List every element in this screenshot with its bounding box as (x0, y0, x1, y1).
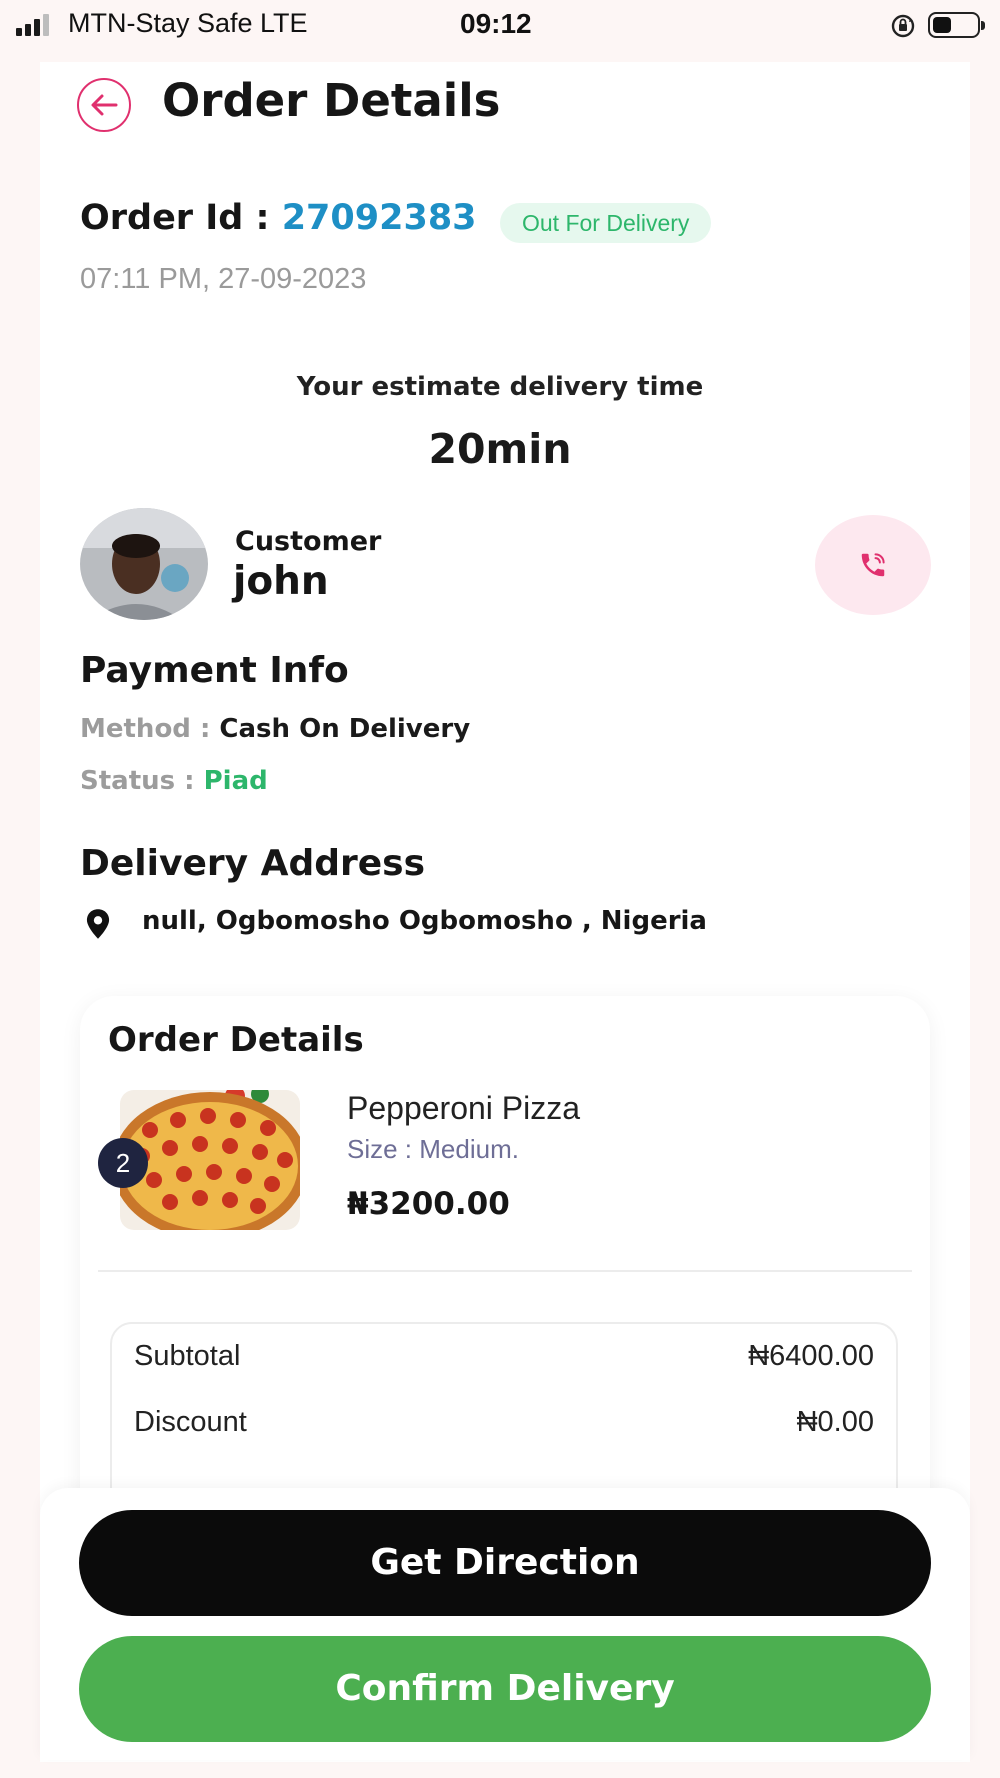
item-size: Size : Medium. (347, 1134, 519, 1164)
estimate-label: Your estimate delivery time (296, 372, 704, 402)
discount-value: ₦0.00 (796, 1406, 874, 1438)
rotation-lock-icon (891, 14, 915, 38)
get-direction-button[interactable]: Get Direction (79, 1510, 931, 1616)
page-title: Order Details (162, 74, 501, 127)
battery-icon (928, 12, 985, 38)
status-time: 09:12 (460, 8, 532, 39)
order-id-label: Order Id : (80, 198, 282, 238)
payment-status-value: Piad (203, 766, 268, 796)
payment-info-title: Payment Info (80, 650, 349, 691)
delivery-address-title: Delivery Address (80, 843, 426, 884)
discount-label: Discount (134, 1406, 247, 1438)
confirm-delivery-button[interactable]: Confirm Delivery (79, 1636, 931, 1742)
back-button[interactable] (77, 78, 131, 132)
payment-method-value: Cash On Delivery (219, 714, 471, 744)
customer-avatar (80, 508, 208, 620)
carrier-name: MTN-Stay Safe LTE (68, 8, 308, 38)
customer-label: Customer (235, 526, 382, 557)
customer-name: john (233, 559, 329, 604)
subtotal-row: Subtotal ₦6400.00 (134, 1340, 874, 1373)
subtotal-value: ₦6400.00 (748, 1340, 874, 1372)
item-name: Pepperoni Pizza (347, 1090, 581, 1126)
order-id: Order Id : 27092383 (80, 198, 477, 238)
discount-row: Discount ₦0.00 (134, 1406, 874, 1439)
payment-status-key: Status : (80, 766, 204, 796)
subtotal-label: Subtotal (134, 1340, 241, 1372)
estimate-value: 20min (428, 425, 572, 473)
divider (98, 1270, 912, 1272)
quantity-badge: 2 (98, 1138, 148, 1188)
delivery-address: null, Ogbomosho Ogbomosho , Nigeria (142, 906, 707, 936)
payment-status: Status : Piad (80, 766, 268, 796)
payment-method-key: Method : (80, 714, 220, 744)
phone-icon (861, 553, 885, 577)
order-id-value: 27092383 (281, 198, 477, 238)
signal-icon (16, 14, 49, 36)
status-bar: MTN-Stay Safe LTE 09:12 (0, 0, 1000, 55)
status-badge: Out For Delivery (500, 203, 712, 243)
item-price: ₦3200.00 (347, 1186, 510, 1222)
order-datetime: 07:11 PM, 27-09-2023 (80, 263, 367, 295)
payment-method: Method : Cash On Delivery (80, 714, 470, 744)
arrow-left-icon (91, 94, 118, 116)
order-details-title: Order Details (108, 1020, 364, 1060)
location-pin-icon (86, 909, 110, 939)
call-customer-button[interactable] (815, 515, 931, 615)
